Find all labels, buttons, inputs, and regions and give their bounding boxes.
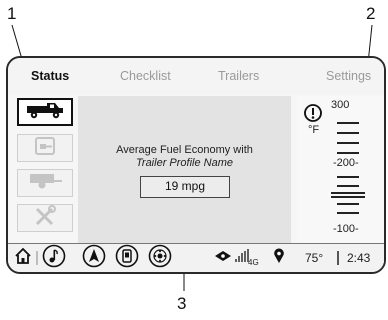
divider [36, 244, 38, 272]
location-icon [273, 248, 285, 269]
divider [337, 244, 339, 272]
gauge-tick [337, 122, 359, 124]
tab-bar: Status Checklist Trailers Settings [8, 58, 384, 94]
truck-icon [25, 100, 65, 125]
audio-icon [42, 244, 66, 273]
gauge-level-indicator [331, 192, 365, 194]
signal-icon [214, 249, 232, 268]
fuel-economy-value: 19 mpg [140, 176, 230, 198]
sidebar-item-trailer[interactable] [17, 169, 73, 197]
gauge-label-bottom: -100- [333, 223, 359, 235]
gauge-tick [337, 132, 359, 134]
tab-checklist[interactable]: Checklist [120, 69, 171, 83]
gauge-tick [337, 152, 359, 154]
outside-temperature: 75° [305, 251, 324, 265]
phone-button[interactable] [115, 244, 139, 272]
network-label: 4G [248, 257, 259, 267]
navigation-icon [82, 244, 106, 273]
tab-settings[interactable]: Settings [326, 69, 371, 83]
phone-icon [115, 244, 139, 273]
temperature-gauge-panel: 300 °F -200- -100- [297, 96, 384, 264]
audio-button[interactable] [42, 244, 66, 272]
apps-button[interactable] [148, 244, 172, 272]
trailer-icon [25, 171, 65, 196]
status-signal [214, 244, 232, 272]
gauge-tick [337, 142, 359, 144]
trailer-profile-name: Trailer Profile Name [136, 157, 233, 169]
gauge-level-indicator [331, 196, 365, 198]
navigation-button[interactable] [82, 244, 106, 272]
home-icon [14, 247, 32, 270]
tools-icon [33, 204, 57, 232]
status-bar: 4G 75° 2:43 [8, 243, 384, 272]
status-location [273, 244, 285, 272]
tab-status[interactable]: Status [31, 69, 69, 83]
tab-trailers[interactable]: Trailers [218, 69, 259, 83]
clock-time: 2:43 [347, 251, 371, 265]
status-network: 4G [234, 244, 259, 272]
gauge-tick [337, 185, 359, 187]
sidebar-item-truck[interactable] [17, 98, 73, 126]
gauge-label-mid: -200- [333, 157, 359, 169]
trailer-connector-icon [32, 136, 58, 161]
gauge-tick [337, 176, 359, 178]
fuel-economy-title: Average Fuel Economy with [116, 144, 253, 156]
apps-icon [148, 244, 172, 273]
gauge-label-top: 300 [331, 99, 350, 111]
infotainment-screen: Status Checklist Trailers Settings Avera… [6, 56, 386, 274]
gauge-unit: °F [308, 124, 320, 136]
gauge-tick [337, 212, 359, 214]
sidebar-item-connector[interactable] [17, 134, 73, 162]
fuel-economy-panel: Average Fuel Economy with Trailer Profil… [78, 96, 291, 264]
sidebar-item-tools[interactable] [17, 204, 73, 232]
home-button[interactable] [14, 244, 32, 272]
gauge-tick [337, 203, 359, 205]
